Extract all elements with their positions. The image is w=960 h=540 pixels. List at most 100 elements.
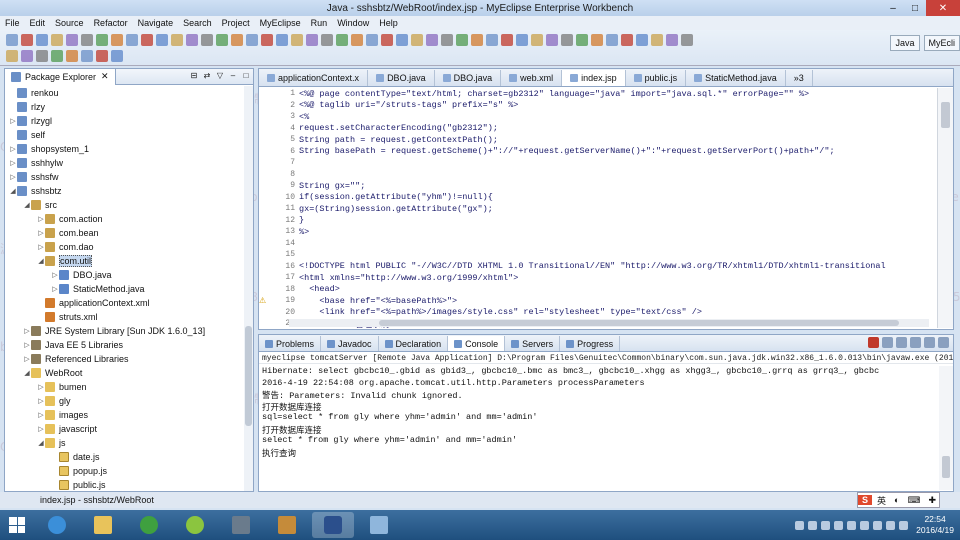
toolbar-icon[interactable] — [66, 34, 78, 46]
toolbar-icon[interactable] — [126, 34, 138, 46]
close-tab-icon[interactable]: ✕ — [101, 71, 109, 82]
tree-item[interactable]: renkou — [5, 86, 253, 100]
tree-toggle-icon[interactable]: ◢ — [23, 201, 31, 209]
tree-item[interactable]: popup.js — [5, 464, 253, 478]
menu-refactor[interactable]: Refactor — [89, 18, 133, 28]
toolbar-icon[interactable] — [21, 34, 33, 46]
start-button[interactable] — [0, 510, 34, 540]
console-tab[interactable]: Progress — [560, 336, 621, 351]
tree-item[interactable]: ▷ DBO.java — [5, 268, 253, 282]
toolbar-icon[interactable] — [111, 50, 123, 62]
toolbar-icon[interactable] — [426, 34, 438, 46]
tree-item[interactable]: ◢ WebRoot — [5, 366, 253, 380]
console-tab[interactable]: Declaration — [379, 336, 449, 351]
taskbar-ie-icon[interactable] — [36, 512, 78, 538]
console-scrollbar[interactable] — [939, 366, 953, 490]
tree-item[interactable]: applicationContext.xml — [5, 296, 253, 310]
tree-item[interactable]: ▷ com.action — [5, 212, 253, 226]
toolbar-icon[interactable] — [276, 34, 288, 46]
editor-tab[interactable]: applicationContext.x — [259, 70, 369, 86]
toolbar-icon[interactable] — [486, 34, 498, 46]
toolbar-icon[interactable] — [291, 34, 303, 46]
tree-item[interactable]: ▷ com.bean — [5, 226, 253, 240]
tree-item[interactable]: self — [5, 128, 253, 142]
clear-console-icon[interactable] — [896, 337, 907, 348]
minimize-button[interactable]: – — [882, 0, 904, 16]
toolbar-icon[interactable] — [36, 34, 48, 46]
toolbar-icon[interactable] — [6, 34, 18, 46]
perspective-java[interactable]: Java — [890, 35, 920, 51]
tree-toggle-icon[interactable]: ▷ — [23, 355, 31, 363]
toolbar-icon[interactable] — [531, 34, 543, 46]
package-explorer-tab[interactable]: Package Explorer ✕ — [5, 68, 116, 85]
toolbar-icon[interactable] — [321, 34, 333, 46]
toolbar-icon[interactable] — [651, 34, 663, 46]
tree-item[interactable]: ◢ src — [5, 198, 253, 212]
tree-toggle-icon[interactable]: ▷ — [9, 117, 17, 125]
sogou-logo-icon[interactable]: S — [857, 495, 872, 505]
tree-item[interactable]: ▷ sshsfw — [5, 170, 253, 184]
toolbar-icon[interactable] — [456, 34, 468, 46]
tree-toggle-icon[interactable]: ▷ — [9, 173, 17, 181]
tray-icons[interactable] — [795, 520, 909, 530]
tree-item[interactable]: ▷ com.dao — [5, 240, 253, 254]
tree-toggle-icon[interactable]: ▷ — [37, 383, 45, 391]
toolbar-icon[interactable] — [66, 50, 78, 62]
tree-item[interactable]: ▷ Java EE 5 Libraries — [5, 338, 253, 352]
system-clock[interactable]: 22:54 2016/4/19 — [916, 514, 954, 536]
menu-myeclipse[interactable]: MyEclipse — [255, 18, 306, 28]
toolbar-icon[interactable] — [336, 34, 348, 46]
menu-search[interactable]: Search — [178, 18, 217, 28]
toolbar-icon[interactable] — [231, 34, 243, 46]
tree-toggle-icon[interactable]: ▷ — [37, 425, 45, 433]
console-tab[interactable]: Servers — [505, 336, 561, 351]
tree-item[interactable]: struts.xml — [5, 310, 253, 324]
toolbar-icon[interactable] — [366, 34, 378, 46]
toolbar-icon[interactable] — [471, 34, 483, 46]
toolbar-icon[interactable] — [201, 34, 213, 46]
toolbar-icon[interactable] — [546, 34, 558, 46]
pin-console-icon[interactable] — [924, 337, 935, 348]
code-editor[interactable]: 1 <%@ page contentType="text/html; charse… — [259, 88, 937, 328]
toolbar-icon[interactable] — [51, 34, 63, 46]
taskbar-explorer-icon[interactable] — [82, 512, 124, 538]
tree-toggle-icon[interactable]: ▷ — [37, 243, 45, 251]
tree-item[interactable]: ◢ sshsbtz — [5, 184, 253, 198]
tree-item[interactable]: ▷ gly — [5, 394, 253, 408]
toolbar-icon[interactable] — [96, 34, 108, 46]
toolbar-icon[interactable] — [96, 50, 108, 62]
tree-toggle-icon[interactable]: ▷ — [9, 159, 17, 167]
taskbar-myeclipse-icon[interactable] — [312, 512, 354, 538]
display-console-icon[interactable] — [938, 337, 949, 348]
editor-tab[interactable]: StaticMethod.java — [686, 70, 786, 86]
console-tab[interactable]: Javadoc — [321, 336, 379, 351]
toolbar-icon[interactable] — [21, 50, 33, 62]
toolbar-icon[interactable] — [6, 50, 18, 62]
explorer-scrollbar[interactable] — [244, 86, 253, 491]
ime-settings-icon[interactable]: ✚ — [925, 495, 939, 506]
editor-horizontal-scrollbar[interactable] — [289, 319, 929, 327]
menu-run[interactable]: Run — [306, 18, 333, 28]
taskbar-app-gray-icon[interactable] — [220, 512, 262, 538]
toolbar-icon[interactable] — [156, 34, 168, 46]
minimize-view-icon[interactable]: – — [228, 71, 238, 81]
toolbar-icon[interactable] — [261, 34, 273, 46]
ime-punct-icon[interactable]: ◐ — [891, 495, 902, 505]
tree-item[interactable]: ▷ sshhylw — [5, 156, 253, 170]
editor-tab[interactable]: public.js — [626, 70, 687, 86]
console-tab[interactable]: Problems — [259, 336, 322, 351]
toolbar-icon[interactable] — [666, 34, 678, 46]
tree-toggle-icon[interactable]: ▷ — [37, 397, 45, 405]
window-titlebar[interactable]: Java - sshsbtz/WebRoot/index.jsp - MyEcl… — [0, 0, 960, 16]
view-menu-icon[interactable]: ▽ — [215, 71, 225, 81]
toolbar-icon[interactable] — [216, 34, 228, 46]
menu-help[interactable]: Help — [374, 18, 403, 28]
tree-toggle-icon[interactable]: ◢ — [23, 369, 31, 377]
tree-toggle-icon[interactable]: ▷ — [23, 341, 31, 349]
toolbar-icon[interactable] — [81, 34, 93, 46]
remove-launch-icon[interactable] — [882, 337, 893, 348]
menu-edit[interactable]: Edit — [25, 18, 51, 28]
tree-toggle-icon[interactable]: ▷ — [37, 411, 45, 419]
toolbar-icon[interactable] — [606, 34, 618, 46]
toolbar-icon[interactable] — [306, 34, 318, 46]
